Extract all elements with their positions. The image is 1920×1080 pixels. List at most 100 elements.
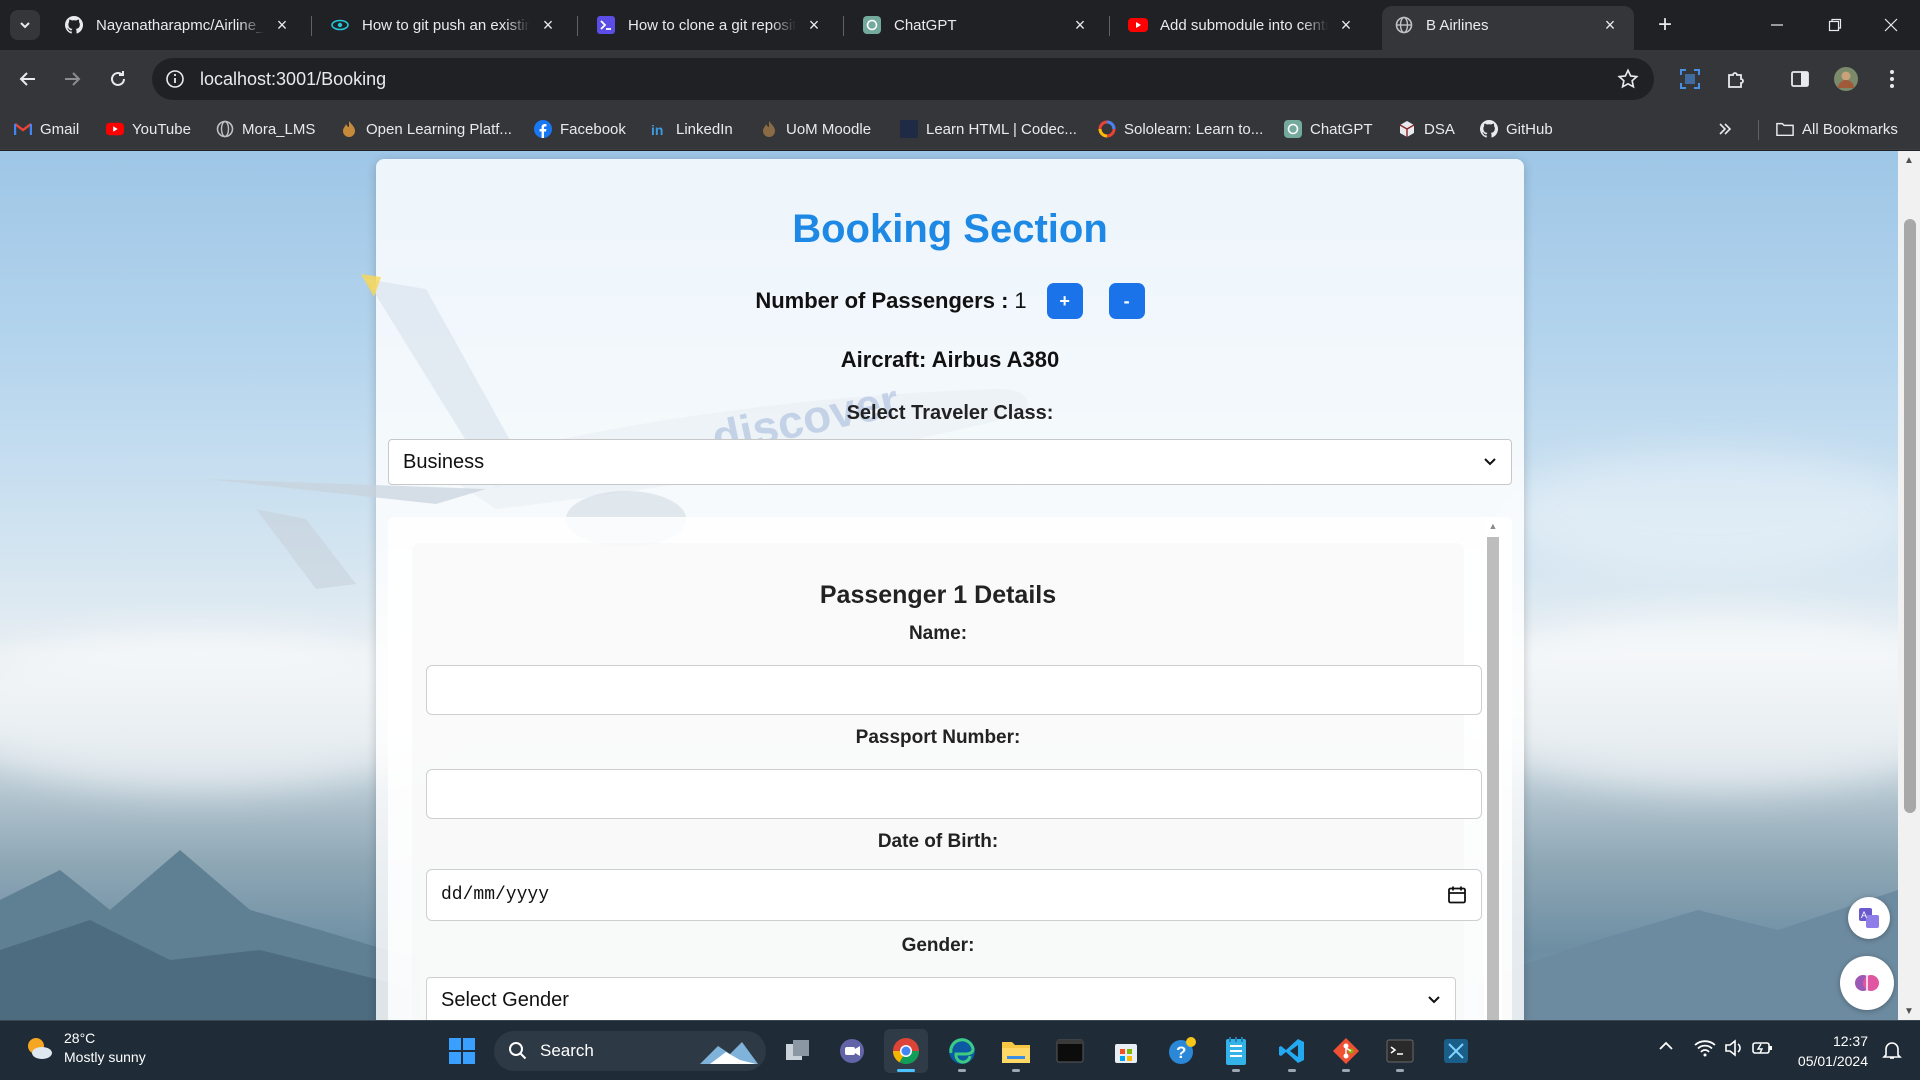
snipping-tool-taskbar-button[interactable]	[1434, 1029, 1478, 1073]
new-tab-button[interactable]: +	[1650, 10, 1680, 40]
close-icon[interactable]: ×	[538, 15, 558, 35]
address-bar[interactable]	[152, 58, 1654, 100]
tab-git-push[interactable]: How to git push an existing ×	[318, 6, 572, 44]
remove-passenger-button[interactable]: -	[1108, 283, 1145, 319]
panel-scrollbar-thumb[interactable]	[1487, 537, 1499, 1020]
chrome-icon	[892, 1038, 920, 1065]
bookmark-chatgpt[interactable]: ChatGPT	[1284, 115, 1373, 143]
passenger-heading: Passenger 1 Details	[819, 581, 1057, 609]
weather-widget[interactable]: 28°C Mostly sunny	[24, 1029, 146, 1067]
calendar-icon[interactable]	[1447, 885, 1467, 905]
dob-field[interactable]: dd/mm/yyyy	[426, 869, 1482, 921]
chevron-down-icon	[1484, 458, 1496, 466]
cmd-taskbar-button[interactable]	[1378, 1029, 1422, 1073]
bookmark-dsa[interactable]: DSA	[1398, 115, 1455, 143]
extensions-button[interactable]	[1718, 61, 1754, 97]
bookmark-sololearn[interactable]: Sololearn: Learn to...	[1098, 115, 1263, 143]
wifi-icon[interactable]	[1694, 1039, 1716, 1061]
terminal-taskbar-button[interactable]	[1048, 1029, 1092, 1073]
battery-icon[interactable]	[1752, 1039, 1774, 1061]
bookmark-uom-moodle[interactable]: UoM Moodle	[760, 115, 871, 143]
bookmark-open-learning[interactable]: Open Learning Platf...	[340, 115, 512, 143]
tray-overflow-button[interactable]	[1658, 1039, 1674, 1057]
volume-icon[interactable]	[1724, 1039, 1744, 1061]
scroll-up-arrow-icon[interactable]: ▲	[1898, 151, 1920, 169]
close-window-button[interactable]	[1862, 0, 1920, 50]
minimize-button[interactable]	[1748, 0, 1806, 50]
panel-scrollbar[interactable]: ▲	[1484, 517, 1502, 1020]
bookmark-star-icon[interactable]	[1610, 61, 1646, 97]
close-icon[interactable]: ×	[272, 15, 292, 35]
notepad-taskbar-button[interactable]	[1214, 1029, 1258, 1073]
screenshot-extension-button[interactable]	[1672, 61, 1708, 97]
github-icon	[1480, 120, 1498, 138]
bookmark-github[interactable]: GitHub	[1480, 115, 1553, 143]
taskbar-search[interactable]: Search	[494, 1031, 766, 1071]
name-field[interactable]	[426, 665, 1482, 715]
profile-avatar[interactable]	[1828, 61, 1864, 97]
weather-temp: 28°C	[64, 1030, 96, 1046]
help-taskbar-button[interactable]: ?	[1160, 1029, 1204, 1073]
system-clock[interactable]: 12:37 05/01/2024	[1798, 1031, 1868, 1071]
file-explorer-button[interactable]	[994, 1029, 1038, 1073]
scroll-down-arrow-icon[interactable]: ▼	[1898, 1002, 1920, 1020]
codecademy-icon	[900, 120, 918, 138]
gender-select[interactable]: Select Gender	[426, 977, 1456, 1020]
close-icon[interactable]: ×	[804, 15, 824, 35]
traveler-class-select[interactable]: Business	[388, 439, 1512, 485]
bookmark-mora-lms[interactable]: Mora_LMS	[216, 115, 315, 143]
passenger-card: Passenger 1 Details Name: Passport Numbe…	[412, 543, 1482, 1020]
teams-button[interactable]	[830, 1029, 874, 1073]
side-panel-button[interactable]	[1782, 61, 1818, 97]
reload-button[interactable]	[100, 61, 136, 97]
browser-menu-button[interactable]	[1874, 61, 1910, 97]
page-scrollbar-thumb[interactable]	[1904, 219, 1916, 813]
clock-date: 05/01/2024	[1797, 1053, 1868, 1069]
scroll-up-arrow-icon[interactable]: ▲	[1484, 517, 1502, 535]
forward-button[interactable]	[54, 61, 90, 97]
store-taskbar-button[interactable]	[1104, 1029, 1148, 1073]
passenger-details-panel[interactable]: Passenger 1 Details Name: Passport Numbe…	[388, 517, 1512, 1020]
bookmark-linkedin[interactable]: in LinkedIn	[650, 115, 733, 143]
command-prompt-icon	[1386, 1039, 1414, 1063]
tab-git-clone[interactable]: How to clone a git reposito ×	[584, 6, 838, 44]
tab-github[interactable]: Nayanatharapmc/Airline_R ×	[52, 6, 306, 44]
tab-b-airlines[interactable]: B Airlines ×	[1382, 6, 1634, 50]
task-view-button[interactable]	[776, 1029, 820, 1073]
chrome-taskbar-button[interactable]	[884, 1029, 928, 1073]
bookmark-facebook[interactable]: Facebook	[534, 115, 626, 143]
close-icon[interactable]: ×	[1070, 15, 1090, 35]
site-info-icon[interactable]	[158, 62, 192, 96]
page-scrollbar[interactable]: ▲ ▼	[1898, 151, 1920, 1020]
forward-arrow-icon	[65, 72, 81, 86]
bookmark-gmail[interactable]: Gmail	[14, 115, 79, 143]
passport-field[interactable]	[426, 769, 1482, 819]
tab-youtube-submodule[interactable]: Add submodule into centr ×	[1116, 6, 1370, 44]
bookmark-youtube[interactable]: YouTube	[106, 115, 191, 143]
back-button[interactable]	[10, 61, 46, 97]
ai-assistant-button[interactable]	[1840, 956, 1894, 1010]
add-passenger-button[interactable]: +	[1046, 283, 1083, 319]
translate-extension-button[interactable]: A	[1848, 897, 1890, 939]
bookmarks-overflow-button[interactable]	[1716, 115, 1742, 143]
close-icon[interactable]: ×	[1336, 15, 1356, 35]
url-input[interactable]	[200, 68, 1610, 90]
bookmark-label: Sololearn: Learn to...	[1124, 120, 1264, 138]
restore-button[interactable]	[1806, 0, 1864, 50]
bookmark-codecademy[interactable]: Learn HTML | Codec...	[900, 115, 1077, 143]
notifications-button[interactable]	[1882, 1040, 1902, 1064]
tab-search-button[interactable]	[10, 10, 40, 40]
git-gui-taskbar-button[interactable]	[1324, 1029, 1368, 1073]
vscode-taskbar-button[interactable]	[1270, 1029, 1314, 1073]
page-title: Booking Section	[792, 207, 1108, 251]
close-icon[interactable]: ×	[1600, 15, 1620, 35]
tab-chatgpt[interactable]: ChatGPT ×	[850, 6, 1104, 44]
edge-taskbar-button[interactable]	[940, 1029, 984, 1073]
restore-icon	[1828, 18, 1842, 32]
double-chevron-right-icon	[1716, 120, 1734, 138]
browser-toolbar	[0, 50, 1920, 108]
start-button[interactable]	[440, 1029, 484, 1073]
all-bookmarks-button[interactable]: All Bookmarks	[1776, 115, 1898, 143]
page-viewport: discover Booking Section Number of Passe…	[0, 151, 1920, 1020]
bookmark-label: GitHub	[1506, 120, 1553, 138]
